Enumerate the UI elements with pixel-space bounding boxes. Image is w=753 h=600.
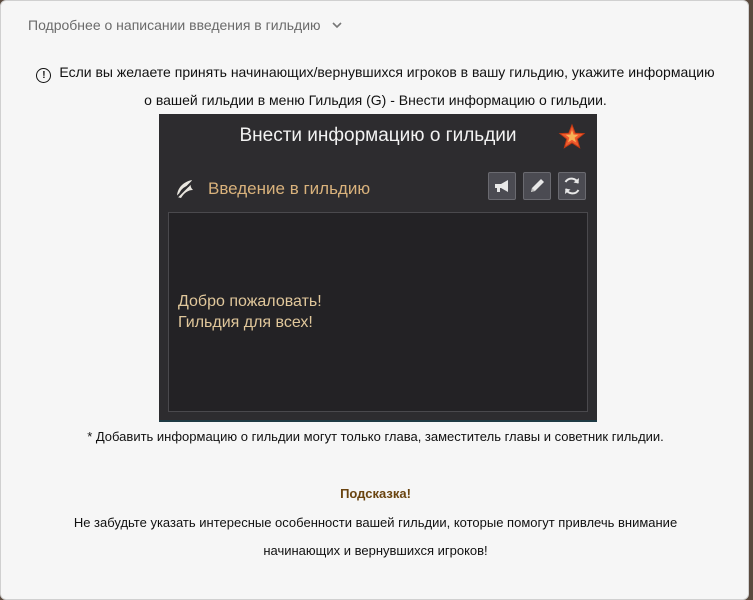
chevron-down-icon	[331, 19, 343, 31]
info-text-line-1: ! Если вы желаете принять начинающих/верн…	[1, 62, 750, 83]
guide-panel: Подробнее о написании введения в гильдию…	[0, 0, 749, 600]
refresh-button[interactable]	[558, 172, 586, 200]
guild-intro-text: Добро пожаловать! Гильдия для всех!	[178, 293, 322, 331]
announce-button[interactable]	[488, 172, 516, 200]
tip-text-line-2: начинающих и вернувшихся игроков!	[263, 543, 488, 558]
tip-title: Подсказка!	[340, 486, 411, 501]
starfish-icon[interactable]	[558, 123, 586, 151]
window-title: Внести информацию о гильдии	[239, 125, 517, 146]
refresh-icon	[564, 177, 580, 195]
guild-intro-textarea[interactable]: Добро пожаловать! Гильдия для всех!	[168, 212, 588, 412]
guild-info-window: Внести информацию о гильдии Введение в г…	[159, 114, 597, 422]
guild-emblem-icon	[173, 177, 197, 201]
section-label: Введение в гильдию	[208, 179, 371, 198]
megaphone-icon	[495, 180, 508, 192]
edit-button[interactable]	[523, 172, 551, 200]
pencil-icon	[531, 179, 544, 192]
info-circle-icon: !	[36, 68, 52, 83]
info-text-line-2: о вашей гильдии в меню Гильдия (G) - Вне…	[144, 92, 607, 108]
tip-text-line-1: Не забудьте указать интересные особеннос…	[73, 515, 678, 530]
permission-note: * Добавить информацию о гильдии могут то…	[87, 429, 664, 444]
accordion-title: Подробнее о написании введения в гильдию	[28, 17, 321, 33]
guild-intro-row: Введение в гильдию	[173, 176, 370, 202]
accordion-toggle[interactable]: Подробнее о написании введения в гильдию	[28, 14, 343, 36]
info-text-1: Если вы желаете принять начинающих/верну…	[59, 64, 715, 80]
